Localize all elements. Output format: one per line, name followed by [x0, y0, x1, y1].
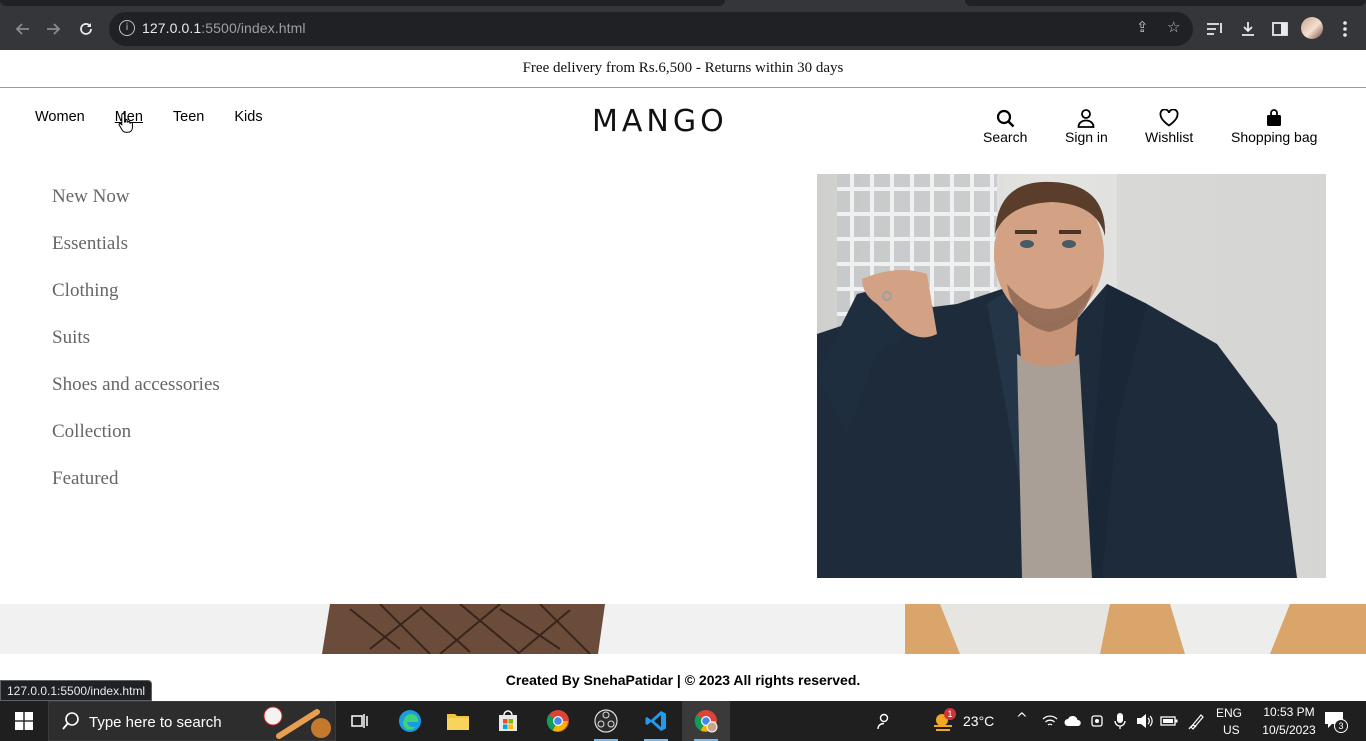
heart-icon: [1159, 108, 1179, 128]
profile-avatar[interactable]: [1301, 17, 1323, 39]
submenu-item-new-now[interactable]: New Now: [52, 185, 220, 232]
folder-icon: [447, 714, 469, 730]
back-icon[interactable]: [11, 18, 33, 40]
nav-teen[interactable]: Teen: [173, 109, 204, 125]
obs-icon: [594, 709, 618, 733]
side-panel-icon[interactable]: [1269, 18, 1291, 40]
reading-list-icon[interactable]: [1204, 18, 1226, 40]
wishlist-label: Wishlist: [1145, 129, 1194, 145]
chrome-icon: [546, 710, 569, 732]
onedrive-cloud-icon[interactable]: [1064, 715, 1082, 727]
search-icon: [62, 712, 79, 730]
wishlist-action[interactable]: Wishlist: [1145, 108, 1193, 145]
nav-women[interactable]: Women: [35, 109, 85, 125]
men-hero-image[interactable]: [817, 174, 1326, 578]
address-bar[interactable]: i 127.0.0.1:5500/index.html ⇪ ☆: [109, 12, 1193, 46]
people-icon[interactable]: [876, 712, 894, 730]
submenu-item-clothing[interactable]: Clothing: [52, 279, 220, 326]
taskbar-obs[interactable]: [582, 701, 630, 741]
notification-count: 3: [1334, 719, 1348, 733]
promo-bar: Free delivery from Rs.6,500 - Returns wi…: [0, 50, 1366, 88]
battery-icon[interactable]: [1160, 714, 1178, 728]
vscode-icon: [645, 711, 666, 731]
wifi-icon[interactable]: [1042, 714, 1058, 728]
link-status-tooltip: 127.0.0.1:5500/index.html: [0, 680, 153, 701]
download-icon[interactable]: [1237, 18, 1259, 40]
taskbar-store[interactable]: [484, 701, 532, 741]
category-nav: Women Men Teen Kids: [35, 109, 293, 125]
hand-cursor-icon: [118, 112, 133, 133]
chrome-profile-icon: [694, 710, 718, 733]
task-view-icon: [351, 714, 368, 728]
signin-action[interactable]: Sign in: [1065, 108, 1108, 145]
submenu-item-featured[interactable]: Featured: [52, 467, 220, 514]
meet-camera-icon[interactable]: [1090, 713, 1104, 729]
task-view-button[interactable]: [336, 701, 384, 741]
start-button[interactable]: [0, 701, 48, 741]
weather-badge: 1: [944, 708, 956, 720]
search-action[interactable]: Search: [983, 108, 1027, 145]
weather-temperature[interactable]: 23°C: [963, 713, 994, 729]
submenu-item-suits[interactable]: Suits: [52, 326, 220, 373]
shopping-bag-action[interactable]: Shopping bag: [1231, 108, 1317, 145]
tab-inactive[interactable]: [0, 0, 725, 6]
taskbar-file-explorer[interactable]: [434, 701, 482, 741]
url-host: 127.0.0.1: [142, 20, 202, 36]
submenu-item-collection[interactable]: Collection: [52, 420, 220, 467]
url-path: :5500/index.html: [201, 20, 306, 36]
share-icon[interactable]: ⇪: [1136, 18, 1149, 36]
clock-date[interactable]: 10/5/2023: [1256, 723, 1322, 737]
reload-icon[interactable]: [75, 18, 97, 40]
nav-kids[interactable]: Kids: [234, 109, 262, 125]
taskbar-vscode[interactable]: [632, 701, 680, 741]
submenu-item-essentials[interactable]: Essentials: [52, 232, 220, 279]
language-region[interactable]: US: [1223, 723, 1240, 737]
search-label: Search: [983, 129, 1028, 145]
footer-credit: Created By SnehaPatidar | © 2023 All rig…: [505, 672, 861, 688]
submenu-item-shoes-accessories[interactable]: Shoes and accessories: [52, 373, 220, 420]
edge-icon: [399, 710, 421, 732]
microphone-icon[interactable]: [1114, 712, 1126, 730]
baseball-bat-icon: [263, 706, 331, 739]
taskbar-chrome-profile[interactable]: [682, 701, 730, 741]
product-banner-strip[interactable]: [0, 604, 1366, 654]
browser-toolbar: i 127.0.0.1:5500/index.html ⇪ ☆: [0, 8, 1366, 50]
language-code[interactable]: ENG: [1216, 706, 1242, 720]
men-submenu: New Now Essentials Clothing Suits Shoes …: [52, 185, 220, 514]
shopping-bag-label: Shopping bag: [1231, 129, 1318, 145]
search-icon: [996, 108, 1015, 128]
browser-menu-icon[interactable]: [1334, 18, 1356, 40]
taskbar-edge[interactable]: [386, 701, 434, 741]
notification-center-icon[interactable]: 3: [1324, 711, 1348, 733]
shopping-bag-icon: [1265, 108, 1283, 128]
site-info-icon[interactable]: i: [119, 20, 135, 36]
taskbar-search-placeholder: Type here to search: [89, 714, 222, 731]
promo-text: Free delivery from Rs.6,500 - Returns wi…: [522, 60, 844, 76]
tab-inactive-2[interactable]: [965, 0, 1366, 6]
windows-logo-icon: [15, 712, 33, 730]
taskbar-chrome[interactable]: [534, 701, 582, 741]
speaker-icon[interactable]: [1136, 713, 1154, 729]
windows-taskbar: Type here to search 1 23°C ^ ENG US 10:5…: [0, 701, 1366, 741]
weather-widget-icon[interactable]: 1: [932, 708, 958, 734]
signin-label: Sign in: [1065, 129, 1108, 145]
chevron-up-icon[interactable]: ^: [1016, 711, 1028, 727]
store-icon: [499, 710, 517, 731]
url-text[interactable]: 127.0.0.1:5500/index.html: [142, 20, 306, 36]
clock-time[interactable]: 10:53 PM: [1256, 705, 1322, 719]
bookmark-star-icon[interactable]: ☆: [1167, 18, 1180, 36]
taskbar-search-box[interactable]: Type here to search: [48, 701, 336, 741]
user-icon: [1077, 108, 1095, 128]
browser-tabstrip: [0, 0, 1366, 8]
forward-icon[interactable]: [43, 18, 65, 40]
pen-ink-icon[interactable]: [1188, 712, 1206, 730]
brand-logo[interactable]: MANGO: [592, 104, 728, 139]
